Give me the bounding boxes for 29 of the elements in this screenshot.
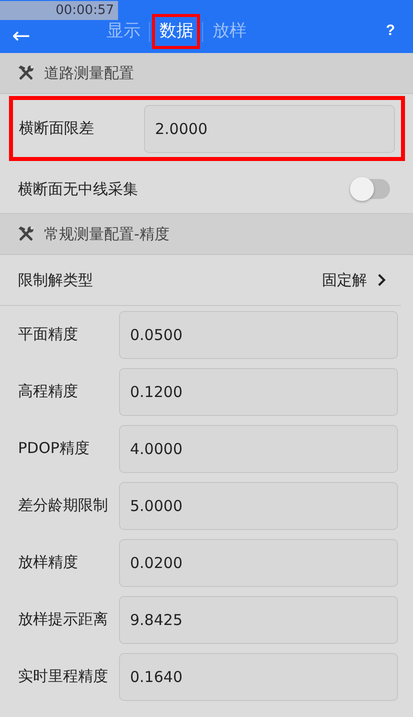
setting-label: 横断面无中线采集	[18, 180, 138, 198]
field-label: 横断面限差	[19, 119, 95, 138]
toggle-switch[interactable]	[352, 179, 390, 199]
select-value[interactable]: 固定解	[322, 270, 377, 290]
field-label: 平面精度	[18, 325, 79, 344]
field-label: 高程精度	[18, 382, 79, 401]
input-field[interactable]: 0.0200	[119, 538, 398, 586]
input-field[interactable]: 2.0000	[144, 104, 395, 152]
tools-icon	[17, 225, 35, 243]
section-title: 常规测量配置-精度	[44, 224, 170, 244]
section-title: 道路测量配置	[44, 64, 134, 82]
input-field[interactable]: 0.1640	[119, 652, 398, 700]
input-field[interactable]: 4.0000	[119, 424, 398, 472]
recording-timer: 00:00:57	[0, 1, 118, 20]
field-label: 放样提示距离	[18, 610, 109, 629]
back-button[interactable]: ←	[12, 26, 30, 48]
help-button[interactable]: ?	[380, 21, 401, 40]
setting-label: 限制解类型	[18, 270, 93, 290]
field-label: 实时里程精度	[18, 667, 109, 686]
chevron-right-icon	[377, 273, 386, 287]
input-field[interactable]: 0.1200	[119, 368, 398, 416]
field-label: 差分龄期限制	[18, 496, 109, 515]
tools-icon	[17, 64, 35, 82]
input-field[interactable]: 5.0000	[119, 482, 398, 530]
input-field[interactable]: 9.8425	[119, 596, 398, 644]
tab[interactable]: 数据	[153, 15, 200, 48]
field-label: 放样精度	[18, 553, 79, 572]
field-label: PDOP精度	[18, 439, 90, 458]
input-field[interactable]: 0.0500	[119, 310, 398, 358]
